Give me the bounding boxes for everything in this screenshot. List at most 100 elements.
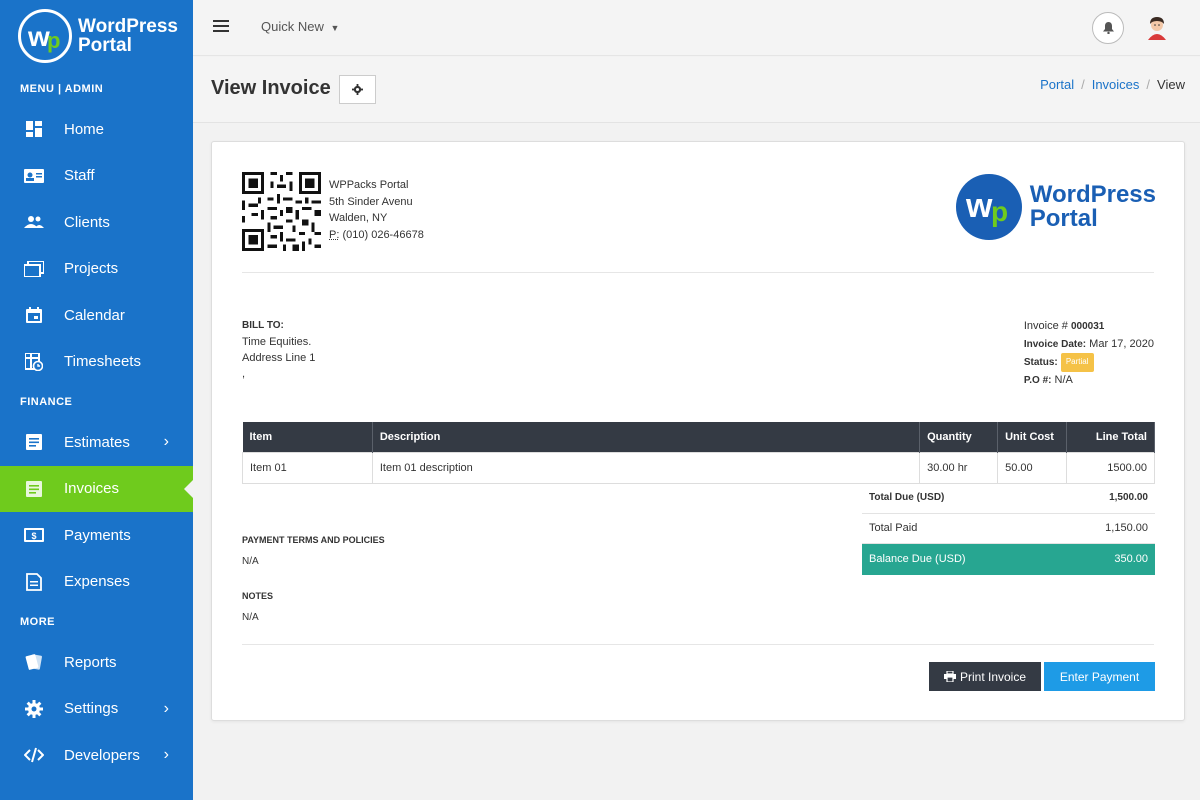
po-value: N/A xyxy=(1054,373,1073,386)
company-name: WPPacks Portal xyxy=(329,179,409,191)
balance-due-value: 350.00 xyxy=(1114,553,1148,566)
logo-line1: WordPress xyxy=(1029,181,1156,208)
notification-bell-icon[interactable] xyxy=(1092,12,1124,44)
total-due-value: 1,500.00 xyxy=(1109,492,1148,504)
print-invoice-label: Print Invoice xyxy=(959,669,1027,684)
svg-text:p: p xyxy=(47,28,60,53)
po-label: P.O #: xyxy=(1023,374,1052,386)
bill-to-block: BILL TO: Time Equities. Address Line 1 , xyxy=(242,318,315,382)
bill-to-address: Address Line 1 xyxy=(242,352,316,364)
breadcrumb: Portal / Invoices / View xyxy=(1040,77,1185,92)
breadcrumb-current: View xyxy=(1157,77,1185,92)
menu-section-label: MENU | ADMIN xyxy=(20,83,104,95)
chevron-right-icon: › xyxy=(163,699,169,717)
sidebar-item-projects[interactable]: Projects xyxy=(0,246,193,293)
page-settings-button[interactable] xyxy=(339,75,376,104)
cell-quantity: 30.00 hr xyxy=(919,451,999,484)
gear-icon xyxy=(352,84,363,95)
cell-unit-cost: 50.00 xyxy=(997,451,1068,484)
invoice-icon xyxy=(24,479,44,499)
quick-new-label: Quick New xyxy=(261,19,324,34)
invoice-meta: Invoice # 000031 Invoice Date: Mar 17, 2… xyxy=(1024,318,1154,389)
page-header: View Invoice Portal / Invoices / View xyxy=(193,57,1200,123)
sidebar-item-home[interactable]: Home xyxy=(0,106,193,153)
invoice-date-label: Invoice Date: xyxy=(1023,338,1087,350)
svg-text:p: p xyxy=(991,196,1008,227)
invoice-card: WPPacks Portal 5th Sinder Avenu Walden, … xyxy=(211,141,1185,721)
sidebar-item-invoices[interactable]: Invoices xyxy=(0,465,193,512)
balance-due-label: Balance Due (USD) xyxy=(869,553,966,566)
totals-block: Total Due (USD) 1,500.00 Total Paid 1,15… xyxy=(862,483,1155,575)
sidebar-item-label: Developers xyxy=(64,746,140,764)
code-icon xyxy=(24,745,44,765)
company-address-line1: 5th Sinder Avenu xyxy=(329,195,413,208)
sidebar-item-label: Timesheets xyxy=(64,353,141,371)
quick-new-dropdown[interactable]: Quick New ▼ xyxy=(261,19,339,34)
breadcrumb-portal[interactable]: Portal xyxy=(1040,77,1074,92)
cell-description: Item 01 description xyxy=(371,451,921,484)
logo-line2: Portal xyxy=(1029,205,1098,232)
sidebar-item-payments[interactable]: $ Payments xyxy=(0,512,193,559)
sidebar: wp WordPress Portal MENU | ADMIN Home St… xyxy=(0,0,193,800)
chevron-right-icon: › xyxy=(163,433,169,451)
company-address: WPPacks Portal 5th Sinder Avenu Walden, … xyxy=(329,177,424,243)
more-section-label: MORE xyxy=(20,616,55,628)
sidebar-item-label: Expenses xyxy=(64,573,130,591)
notes-label: NOTES xyxy=(242,591,274,601)
sidebar-item-staff[interactable]: Staff xyxy=(0,153,193,200)
user-avatar[interactable] xyxy=(1144,14,1170,40)
invoice-number: 000031 xyxy=(1070,321,1105,332)
dashboard-icon xyxy=(24,119,44,139)
total-due-row: Total Due (USD) 1,500.00 xyxy=(862,483,1155,514)
sidebar-item-label: Projects xyxy=(64,260,119,278)
qr-code xyxy=(242,172,321,251)
col-item: Item xyxy=(242,422,373,452)
company-logo: wp WordPress Portal xyxy=(956,172,1156,242)
sidebar-item-settings[interactable]: Settings › xyxy=(0,686,193,733)
sidebar-item-developers[interactable]: Developers › xyxy=(0,732,193,779)
divider xyxy=(242,644,1154,645)
sidebar-item-timesheets[interactable]: Timesheets xyxy=(0,339,193,386)
sidebar-item-label: Invoices xyxy=(64,480,120,498)
sidebar-item-label: Calendar xyxy=(64,306,125,324)
printer-icon xyxy=(943,671,956,682)
finance-section-label: FINANCE xyxy=(20,396,73,408)
caret-down-icon: ▼ xyxy=(330,23,340,33)
enter-payment-button[interactable]: Enter Payment xyxy=(1044,662,1155,691)
breadcrumb-invoices[interactable]: Invoices xyxy=(1092,77,1140,92)
invoice-number-label: Invoice # xyxy=(1023,320,1068,332)
users-icon xyxy=(24,212,44,232)
sidebar-item-expenses[interactable]: Expenses xyxy=(0,559,193,606)
hamburger-menu-icon[interactable] xyxy=(213,20,229,35)
print-invoice-button[interactable]: Print Invoice xyxy=(929,662,1041,691)
status-badge: Partial xyxy=(1060,353,1094,372)
brand-logo[interactable]: wp WordPress Portal xyxy=(0,0,193,72)
col-unit-cost: Unit Cost xyxy=(997,422,1068,452)
sidebar-item-estimates[interactable]: Estimates › xyxy=(0,419,193,466)
sidebar-item-calendar[interactable]: Calendar xyxy=(0,292,193,339)
svg-text:$: $ xyxy=(31,531,36,541)
reports-icon xyxy=(24,652,44,672)
document-icon xyxy=(24,432,44,452)
col-description: Description xyxy=(372,422,921,452)
divider xyxy=(242,272,1154,273)
svg-text:w: w xyxy=(965,187,993,225)
invoice-items-table: Item Description Quantity Unit Cost Line… xyxy=(242,422,1155,484)
id-card-icon xyxy=(24,166,44,186)
company-phone: (010) 026-46678 xyxy=(342,228,424,241)
sidebar-item-reports[interactable]: Reports xyxy=(0,639,193,686)
sidebar-item-label: Home xyxy=(64,120,105,138)
total-paid-row: Total Paid 1,150.00 xyxy=(862,514,1155,544)
payment-terms-value: N/A xyxy=(242,556,259,567)
sidebar-item-label: Estimates xyxy=(64,433,130,451)
notes-value: N/A xyxy=(242,612,259,623)
sidebar-item-label: Reports xyxy=(64,653,117,671)
sidebar-item-clients[interactable]: Clients xyxy=(0,199,193,246)
col-line-total: Line Total xyxy=(1066,422,1155,452)
breadcrumb-separator: / xyxy=(1146,77,1151,92)
page-title: View Invoice xyxy=(211,77,331,99)
col-quantity: Quantity xyxy=(919,422,999,452)
table-row: Item 01 Item 01 description 30.00 hr 50.… xyxy=(242,451,1155,484)
notes: NOTES N/A xyxy=(242,591,273,623)
total-due-label: Total Due (USD) xyxy=(869,492,945,504)
